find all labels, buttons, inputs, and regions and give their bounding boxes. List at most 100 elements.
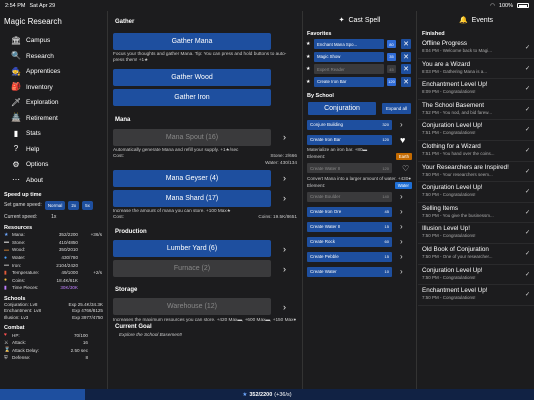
remove-favorite-close-icon[interactable]: ✕ (401, 39, 411, 50)
event-item[interactable]: Selling Items 7:50 PM - You give the busi… (418, 203, 534, 224)
event-item[interactable]: Old Book of Conjuration 7:50 PM - One of … (418, 244, 534, 265)
sidebar-item-exploration[interactable]: 🗡 Exploration (0, 95, 107, 111)
favorite-spell-button[interactable]: Expert Reader (314, 64, 384, 75)
mana-geyser-chevron-icon[interactable]: › (283, 173, 286, 183)
event-title: You are a Wizard (422, 60, 471, 68)
favorite-spell-cost: 35 (387, 52, 396, 61)
resource-icon: ▬ (4, 239, 9, 246)
favorite-row: ★ Create Iron Bar 120 ✕ (303, 76, 416, 89)
remove-favorite-close-icon[interactable]: ✕ (401, 64, 411, 75)
mana-spout-button[interactable]: Mana Spout (16) (113, 128, 271, 146)
remove-favorite-close-icon[interactable]: ✕ (401, 76, 411, 87)
gather-panel: Gather Gather Mana Focus your thoughts a… (109, 11, 301, 389)
spell-button[interactable]: Create Iron Bar 120 (307, 134, 392, 145)
event-title: The School Basement (422, 101, 484, 109)
chevron-right-icon[interactable]: › (400, 267, 403, 276)
chevron-right-icon[interactable]: › (400, 120, 403, 129)
cast-spell-panel: ✦ Cast Spell Favorites ★ Enchant Mana Spo.… (302, 11, 417, 389)
event-item[interactable]: Offline Progress 8:04 PM - Welcome back t… (418, 38, 534, 59)
furnace-button[interactable]: Furnace (2) (113, 260, 271, 277)
combat-name: HP: (12, 332, 20, 338)
favorite-spell-button[interactable]: Enchant Mana Spo... (314, 39, 384, 50)
gather-iron-button[interactable]: Gather Iron (113, 88, 271, 106)
resource-row: ● Water: 430/780 (0, 254, 107, 262)
spell-button[interactable]: Conjure Building 320 (307, 119, 392, 130)
checkmark-icon: ✓ (524, 168, 530, 175)
spell-button[interactable]: Create Water II 15 (307, 221, 392, 232)
event-item[interactable]: You are a Wizard 8:03 PM - Gathering Mana… (418, 59, 534, 80)
event-subtitle: 7:51 PM - Congratulations! (422, 130, 476, 136)
heart-icon[interactable]: ♥ (400, 135, 405, 145)
event-subtitle: 7:50 PM - Congratulations! (422, 192, 476, 198)
lumber-yard-chevron-icon[interactable]: › (283, 244, 286, 254)
favorite-spell-button[interactable]: Create Iron Bar (314, 76, 384, 87)
resource-row: ★ Mana: 352/2200 +36/s (0, 231, 107, 239)
school-conjuration-button[interactable]: Conjuration (308, 102, 376, 115)
chevron-right-icon[interactable]: › (400, 252, 403, 261)
resource-value: 350/2010 (58, 247, 78, 253)
sidebar-item-campus[interactable]: 🏛 Campus (0, 33, 107, 49)
gather-mana-button[interactable]: Gather Mana (113, 32, 271, 50)
heart-icon[interactable]: ♡ (402, 164, 409, 173)
spell-button[interactable]: Create Rock 60 (307, 236, 392, 247)
mana-spout-chevron-icon[interactable]: › (283, 132, 286, 142)
event-item[interactable]: Enchantment Level Up! 7:50 PM - Congratul… (418, 285, 534, 306)
event-item[interactable]: Conjuration Level Up! 7:50 PM - Congratul… (418, 182, 534, 203)
events-list: Offline Progress 8:04 PM - Welcome back t… (418, 38, 534, 306)
remove-favorite-close-icon[interactable]: ✕ (401, 51, 411, 62)
resource-name: Time Pieces: (12, 285, 39, 291)
favorite-row: ★ Magic Show 35 ✕ (303, 51, 416, 64)
chevron-right-icon[interactable]: › (400, 237, 403, 246)
spell-button[interactable]: Create Pebble 15 (307, 251, 392, 262)
tab-events[interactable]: 🔔 Events (418, 11, 534, 29)
sidebar-item-retirement[interactable]: 🏯 Retirement (0, 111, 107, 127)
chevron-right-icon[interactable]: › (400, 207, 403, 216)
current-speed-label: Current speed: (4, 213, 38, 220)
speed-5x-button[interactable]: 5x (82, 200, 93, 210)
favorite-spell-button[interactable]: Magic Show (314, 51, 384, 62)
sidebar-item-options[interactable]: ⚙ Options (0, 157, 107, 173)
spell-create-water-ii-disabled[interactable]: Create Water II 120 (307, 163, 392, 173)
expand-all-button[interactable]: Expand all (382, 103, 411, 114)
lumber-yard-button[interactable]: Lumber Yard (6) (113, 240, 271, 257)
speed-normal-button[interactable]: Normal (44, 200, 66, 210)
sidebar-item-help[interactable]: ? Help (0, 142, 107, 158)
spell-cost: 15 (384, 254, 389, 259)
mana-shard-button[interactable]: Mana Shard (17) (113, 189, 271, 207)
mana-progress-rate: (+36/s) (274, 391, 292, 398)
sidebar-item-stats[interactable]: ▮ Stats (0, 126, 107, 142)
current-goal-title: Current Goal (115, 323, 152, 330)
speed-2x-button[interactable]: 2x (68, 200, 80, 210)
event-item[interactable]: Conjuration Level Up! 7:51 PM - Congratul… (418, 120, 534, 141)
chevron-right-icon[interactable]: › (400, 192, 403, 201)
sidebar-item-label: Options (26, 161, 49, 169)
mana-shard-chevron-icon[interactable]: › (283, 193, 286, 203)
combat-row: ⌛ Attack Delay: 2.50 sec (0, 346, 107, 354)
spell-button[interactable]: Create Boulder 140 (307, 191, 392, 202)
sidebar-item-research[interactable]: 🔍 Research (0, 49, 107, 65)
event-item[interactable]: Conjuration Level Up! 7:50 PM - Congratul… (418, 265, 534, 286)
gather-wood-button[interactable]: Gather Wood (113, 68, 271, 86)
event-item[interactable]: Enchantment Level Up! 8:09 PM - Congratul… (418, 79, 534, 100)
event-item[interactable]: Your Researchers are Inspired! 7:50 PM - … (418, 162, 534, 183)
event-item[interactable]: Illusion Level Up! 7:50 PM - Congratulati… (418, 223, 534, 244)
spell-button[interactable]: Create Water 10 (307, 266, 392, 277)
chevron-right-icon[interactable]: › (400, 222, 403, 231)
sidebar-item-label: Research (26, 52, 54, 60)
sidebar-item-apprentices[interactable]: 🧙 Apprentices (0, 64, 107, 80)
spell-cost: 45 (384, 209, 389, 214)
combat-icon: ⚔ (4, 339, 9, 346)
spell-button[interactable]: Create Iron Ore 45 (307, 206, 392, 217)
element-label-2: Element: (307, 182, 326, 188)
event-item[interactable]: Clothing for a Wizard 7:51 PM - You hand … (418, 141, 534, 162)
warehouse-chevron-icon[interactable]: › (283, 302, 286, 312)
warehouse-button[interactable]: Warehouse (12) (113, 298, 271, 315)
event-item[interactable]: The School Basement 7:52 PM - You nod, an… (418, 100, 534, 121)
mana-geyser-button[interactable]: Mana Geyser (4) (113, 169, 271, 187)
event-title: Selling Items (422, 204, 459, 212)
sidebar-item-inventory[interactable]: 🎒 Inventory (0, 80, 107, 96)
sidebar-item-about[interactable]: ⋯ About (0, 173, 107, 189)
furnace-chevron-icon[interactable]: › (283, 264, 286, 274)
tab-cast-spell[interactable]: ✦ Cast Spell (303, 11, 416, 29)
resource-name: Temperature: (12, 270, 40, 276)
